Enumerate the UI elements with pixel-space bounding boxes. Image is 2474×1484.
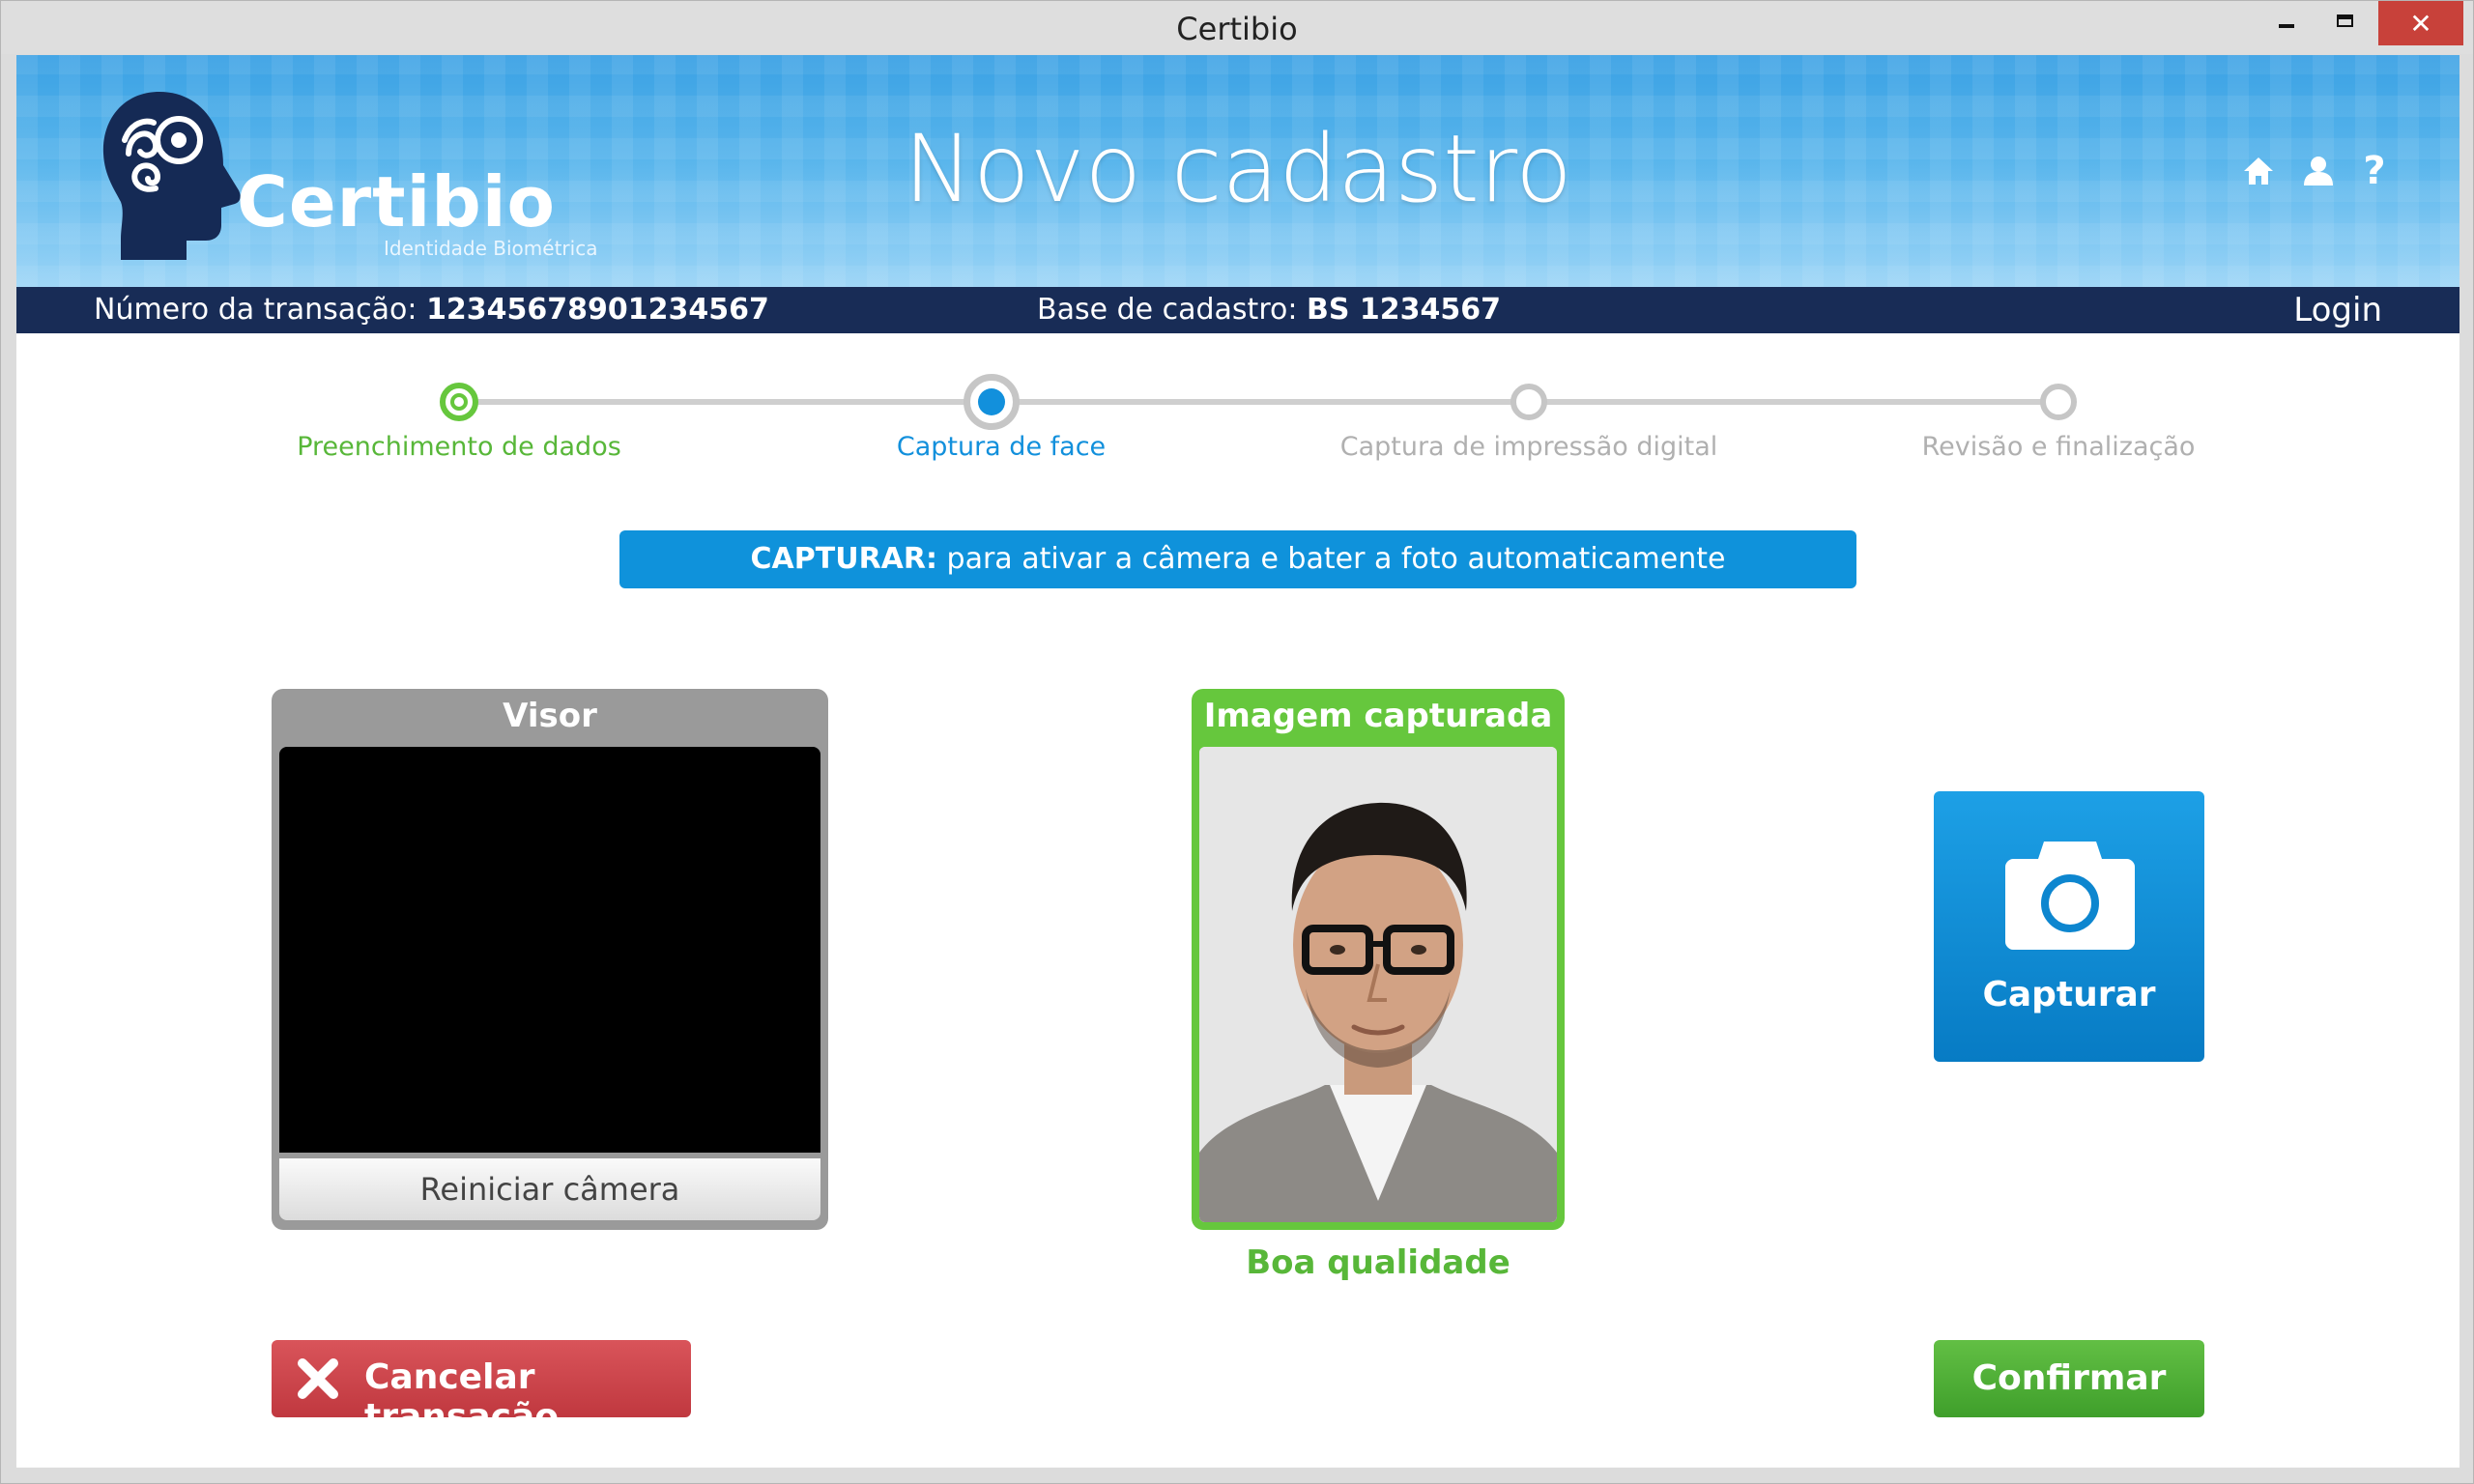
camera-feed bbox=[279, 747, 820, 1153]
camera-icon bbox=[2005, 842, 2135, 950]
maximize-button[interactable] bbox=[2320, 1, 2369, 40]
cancel-transaction-button[interactable]: Cancelar transação bbox=[272, 1340, 691, 1437]
capture-hint-banner: CAPTURAR: para ativar a câmera e bater a… bbox=[619, 530, 1856, 588]
login-link[interactable]: Login bbox=[2293, 291, 2382, 329]
base-label: Base de cadastro: bbox=[1037, 293, 1307, 327]
cancel-transaction-label: Cancelar transação bbox=[364, 1357, 559, 1437]
close-icon: ✕ bbox=[2409, 7, 2432, 40]
step-2-dot bbox=[964, 374, 1020, 430]
title-bar: Certibio ✕ bbox=[1, 1, 2473, 54]
captured-face-photo bbox=[1199, 747, 1557, 1222]
quality-status: Boa qualidade bbox=[1246, 1243, 1510, 1282]
maximize-icon bbox=[2336, 14, 2353, 27]
captured-title: Imagem capturada bbox=[1203, 697, 1553, 735]
user-icon-glyph bbox=[2304, 157, 2333, 186]
app-client-area: Certibio Identidade Biométrica Novo cada… bbox=[16, 55, 2460, 1468]
captured-image-panel: Imagem capturada bbox=[1192, 689, 1565, 1230]
minimize-icon bbox=[2279, 24, 2294, 28]
confirm-button[interactable]: Confirmar bbox=[1934, 1340, 2204, 1417]
transaction-value: 12345678901234567 bbox=[426, 293, 769, 327]
page-title: Novo cadastro bbox=[904, 115, 1572, 223]
home-icon-glyph bbox=[2244, 157, 2273, 185]
transaction-number: Número da transação: 12345678901234567 bbox=[94, 293, 769, 327]
progress-stepper: Preenchimento de dados Captura de face C… bbox=[16, 374, 2460, 490]
home-icon[interactable] bbox=[2239, 152, 2278, 190]
app-header: Certibio Identidade Biométrica Novo cada… bbox=[16, 55, 2460, 287]
hint-text: para ativar a câmera e bater a foto auto… bbox=[937, 542, 1726, 576]
transaction-label: Número da transação: bbox=[94, 293, 427, 327]
step-1-label: Preenchimento de dados bbox=[297, 432, 621, 462]
step-2-label: Captura de face bbox=[896, 432, 1107, 462]
camera-viewer-panel: Visor Reiniciar câmera bbox=[272, 689, 828, 1230]
window-title: Certibio bbox=[1176, 11, 1298, 47]
user-icon[interactable] bbox=[2299, 152, 2338, 190]
stepper-track bbox=[459, 399, 2059, 405]
step-4-dot bbox=[2040, 384, 2077, 420]
base-value: BS 1234567 bbox=[1307, 293, 1502, 327]
brand-tagline: Identidade Biométrica bbox=[384, 237, 598, 260]
restart-camera-button[interactable]: Reiniciar câmera bbox=[279, 1158, 820, 1220]
capture-button[interactable]: Capturar bbox=[1934, 791, 2204, 1062]
registration-base: Base de cadastro: BS 1234567 bbox=[1037, 293, 1501, 327]
step-3-dot bbox=[1510, 384, 1547, 420]
capture-button-label: Capturar bbox=[1982, 975, 2156, 1014]
portrait-illustration bbox=[1199, 747, 1557, 1222]
hint-strong: CAPTURAR: bbox=[750, 542, 937, 576]
close-window-button[interactable]: ✕ bbox=[2378, 1, 2463, 45]
step-3-label: Captura de impressão digital bbox=[1339, 432, 1718, 462]
viewer-title: Visor bbox=[503, 697, 597, 735]
close-x-icon bbox=[298, 1358, 338, 1399]
minimize-button[interactable] bbox=[2262, 1, 2311, 40]
step-1-dot bbox=[440, 383, 478, 421]
step-4-label: Revisão e finalização bbox=[1921, 432, 2196, 462]
app-window: Certibio ✕ Certibio Identidade Biométric… bbox=[0, 0, 2474, 1484]
help-icon[interactable]: ? bbox=[2355, 149, 2394, 193]
transaction-info-bar: Número da transação: 12345678901234567 B… bbox=[16, 287, 2460, 333]
